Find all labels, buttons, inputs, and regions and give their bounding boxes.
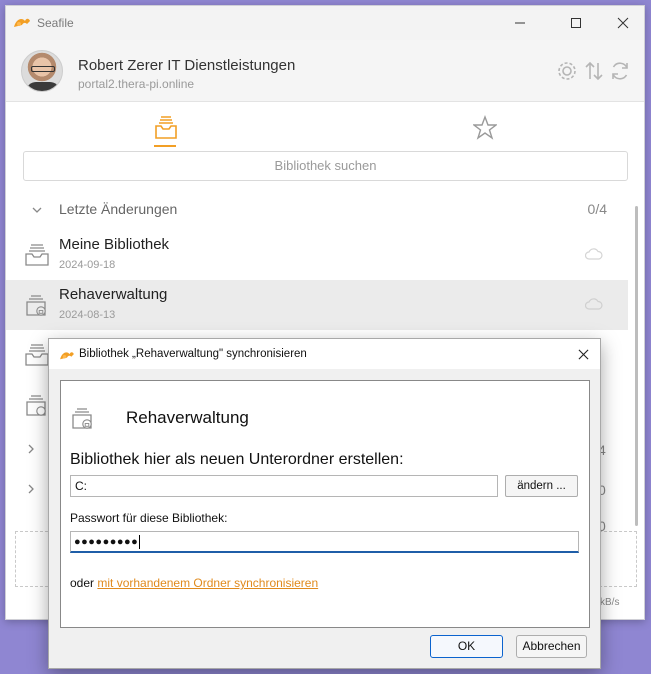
encrypted-library-icon xyxy=(70,405,96,431)
folder-path-field[interactable]: C: xyxy=(70,475,498,497)
account-name: Robert Zerer IT Dienstleistungen xyxy=(78,57,296,74)
dialog-title: Bibliothek „Rehaverwaltung" synchronisie… xyxy=(79,348,307,360)
library-icon xyxy=(24,342,50,368)
active-tab-indicator xyxy=(154,145,176,147)
scrollbar[interactable] xyxy=(634,196,640,526)
dialog-title-bar[interactable]: Bibliothek „Rehaverwaltung" synchronisie… xyxy=(49,339,600,369)
library-icon xyxy=(24,242,50,268)
password-label: Passwort für diese Bibliothek: xyxy=(70,511,228,525)
seafile-logo-icon xyxy=(13,15,31,34)
chevron-right-icon[interactable] xyxy=(26,482,36,498)
password-field[interactable]: ●●●●●●●●● xyxy=(70,531,579,553)
password-mask: ●●●●●●●●● xyxy=(74,535,139,548)
cancel-button[interactable]: Abbrechen xyxy=(516,635,587,658)
dialog-content-panel: Rehaverwaltung Bibliothek hier als neuen… xyxy=(60,380,590,628)
text-cursor xyxy=(139,535,141,549)
library-search-input[interactable]: Bibliothek suchen xyxy=(23,151,628,181)
cloud-icon xyxy=(584,297,603,315)
library-date: 2024-08-13 xyxy=(59,309,116,321)
refresh-icon[interactable] xyxy=(609,60,631,82)
dialog-heading: Bibliothek hier als neuen Unterordner er… xyxy=(70,451,404,468)
sync-existing-folder-link[interactable]: mit vorhandenem Ordner synchronisieren xyxy=(97,576,318,590)
or-text: oder xyxy=(70,576,95,590)
account-header: Robert Zerer IT Dienstleistungen portal2… xyxy=(6,40,644,102)
tab-starred[interactable] xyxy=(471,115,499,141)
tab-libraries[interactable] xyxy=(154,115,178,141)
chevron-right-icon[interactable] xyxy=(26,442,36,458)
encrypted-library-icon xyxy=(24,392,50,418)
transfer-arrows-icon[interactable] xyxy=(583,60,605,82)
view-tabs xyxy=(6,103,644,149)
or-line: oder mit vorhandenem Ordner synchronisie… xyxy=(70,576,318,590)
library-name: Meine Bibliothek xyxy=(59,236,170,253)
library-date: 2024-09-18 xyxy=(59,259,116,271)
library-name: Rehaverwaltung xyxy=(59,286,168,303)
group-label: Letzte Änderungen xyxy=(59,201,178,217)
account-server: portal2.thera-pi.online xyxy=(78,77,195,91)
sync-library-dialog: Bibliothek „Rehaverwaltung" synchronisie… xyxy=(48,338,601,669)
minimize-button[interactable] xyxy=(497,6,543,40)
close-window-button[interactable] xyxy=(600,6,644,40)
recent-changes-group[interactable]: Letzte Änderungen 0/4 xyxy=(6,196,628,224)
seafile-logo-icon xyxy=(59,348,75,366)
avatar[interactable] xyxy=(21,50,63,92)
chevron-down-icon xyxy=(31,203,43,221)
gear-icon[interactable] xyxy=(556,60,578,82)
list-item[interactable]: Rehaverwaltung 2024-08-13 xyxy=(6,280,628,330)
list-item[interactable]: Meine Bibliothek 2024-09-18 xyxy=(6,230,628,280)
cloud-icon xyxy=(584,247,603,265)
title-bar[interactable]: Seafile xyxy=(6,6,644,40)
group-count: 0/4 xyxy=(587,201,607,217)
encrypted-library-icon xyxy=(24,292,50,318)
dialog-close-button[interactable] xyxy=(566,339,600,369)
ok-button[interactable]: OK xyxy=(430,635,503,658)
window-title: Seafile xyxy=(37,16,74,30)
change-folder-button[interactable]: ändern ... xyxy=(505,475,578,497)
maximize-button[interactable] xyxy=(553,6,599,40)
transfer-rate: kB/s xyxy=(600,597,620,608)
dialog-library-name: Rehaverwaltung xyxy=(126,408,249,427)
